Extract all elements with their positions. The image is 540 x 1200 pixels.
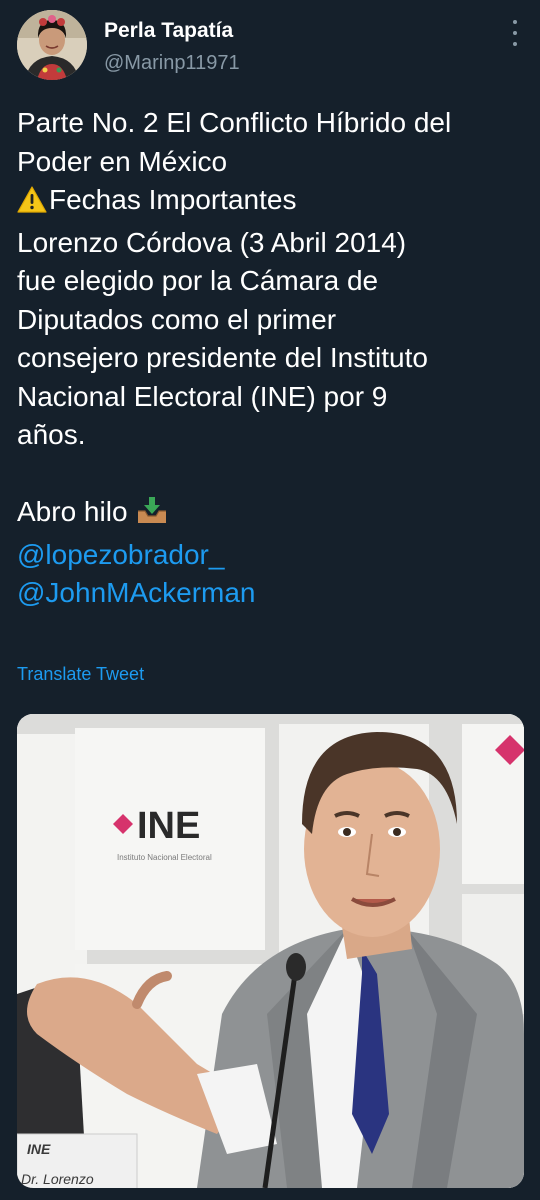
tweet-text: Parte No. 2 El Conflicto Híbrido del Pod…: [17, 104, 532, 613]
tweet-photo[interactable]: INE Instituto Nacional Electoral INE Dr.…: [17, 714, 524, 1188]
mention-link[interactable]: @lopezobrador_: [17, 536, 532, 575]
tweet-line: Diputados como el primer: [17, 303, 337, 335]
author-name[interactable]: Perla Tapatía: [104, 19, 233, 43]
tweet-line: Lorenzo Córdova (3 Abril 2014): [17, 226, 407, 258]
tweet-line: Abro hilo: [17, 493, 532, 536]
tweet-line-text: Fechas Importantes: [49, 184, 297, 215]
profile-avatar-icon: [17, 10, 87, 80]
tweet: Perla Tapatía @Marinp11971 Parte No. 2 E…: [0, 0, 540, 1200]
translate-tweet-link[interactable]: Translate Tweet: [17, 664, 144, 685]
tweet-line: Fechas Importantes: [17, 181, 532, 224]
sign-logo-text: INE: [137, 805, 200, 847]
warning-icon: [17, 185, 47, 224]
photo-image: INE Instituto Nacional Electoral INE Dr.…: [17, 714, 524, 1188]
tweet-line: fue elegido por la Cámara de: [17, 265, 379, 296]
nameplate-text: Dr. Lorenzo: [21, 1171, 94, 1187]
nameplate-logo: INE: [27, 1141, 51, 1157]
more-vertical-icon[interactable]: [505, 20, 525, 46]
tweet-line: años.: [17, 419, 86, 450]
sign-subtext: Instituto Nacional Electoral: [117, 853, 212, 862]
tweet-line: Poder en México: [17, 145, 228, 177]
mention-link[interactable]: @JohnMAckerman: [17, 574, 532, 613]
inbox-tray-icon: [135, 495, 169, 536]
author-handle[interactable]: @Marinp11971: [104, 52, 240, 75]
tweet-line: Nacional Electoral (INE) por 9: [17, 380, 388, 412]
tweet-line: Parte No. 2 El Conflicto Híbrido del: [17, 107, 452, 138]
author-avatar[interactable]: [17, 10, 87, 80]
tweet-line: consejero presidente del Instituto: [17, 342, 428, 373]
tweet-line-text: Abro hilo: [17, 496, 128, 527]
